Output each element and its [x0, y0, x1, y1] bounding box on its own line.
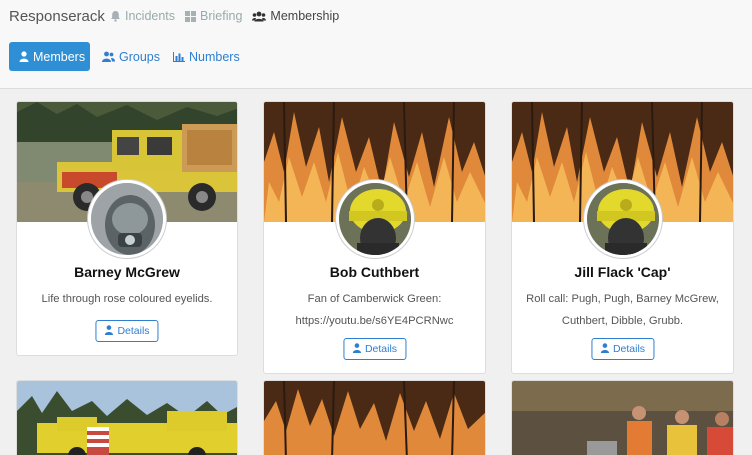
- top-navbar: Responserack Incidents Briefing Membersh…: [0, 0, 752, 34]
- member-name: Jill Flack 'Cap': [574, 264, 671, 280]
- member-avatar: [88, 180, 166, 258]
- details-button-label: Details: [364, 343, 398, 355]
- bar-chart-icon: [173, 51, 185, 62]
- nav-briefing-label: Briefing: [200, 9, 243, 23]
- nav-briefing[interactable]: Briefing: [185, 9, 242, 23]
- details-button-label: Details: [117, 325, 150, 337]
- user-icon: [104, 324, 114, 338]
- user-icon: [352, 342, 361, 356]
- tab-numbers[interactable]: Numbers: [163, 42, 250, 71]
- member-card: [511, 380, 734, 455]
- bell-icon: [110, 10, 121, 22]
- cover-image: [17, 381, 237, 455]
- member-card: [16, 380, 238, 455]
- member-description: Fan of Camberwick Green: https://youtu.b…: [295, 293, 454, 327]
- nav-incidents-label: Incidents: [125, 9, 176, 23]
- member-card: [263, 380, 486, 455]
- nav-membership[interactable]: Membership: [252, 9, 339, 23]
- member-name: Barney McGrew: [74, 264, 180, 280]
- users-icon: [102, 51, 115, 62]
- tab-numbers-label: Numbers: [189, 49, 240, 64]
- tab-bar: Members Groups Numbers: [0, 34, 752, 89]
- brand-title[interactable]: Responserack: [9, 8, 105, 25]
- tab-groups-label: Groups: [119, 49, 160, 64]
- member-card: Jill Flack 'Cap' Roll call: Pugh, Pugh, …: [511, 101, 734, 374]
- tab-members-label: Members: [33, 49, 86, 64]
- users-icon: [252, 11, 267, 22]
- member-description: Life through rose coloured eyelids.: [41, 293, 213, 305]
- details-button[interactable]: Details: [590, 338, 655, 360]
- tab-members[interactable]: Members: [9, 42, 90, 71]
- details-button-label: Details: [612, 343, 646, 355]
- grid-icon: [185, 10, 197, 22]
- details-button[interactable]: Details: [342, 338, 407, 360]
- nav-membership-label: Membership: [270, 9, 340, 23]
- user-icon: [600, 342, 609, 356]
- cover-image: [512, 381, 733, 455]
- member-avatar: [335, 180, 414, 258]
- member-card: Barney McGrew Life through rose coloured…: [16, 101, 238, 356]
- member-description: Roll call: Pugh, Pugh, Barney McGrew, Cu…: [526, 293, 719, 327]
- cover-image: [264, 381, 485, 455]
- member-avatar: [583, 180, 662, 258]
- top-nav: Incidents Briefing Membership: [110, 9, 339, 23]
- user-icon: [19, 51, 29, 62]
- details-button[interactable]: Details: [95, 320, 159, 342]
- member-card: Bob Cuthbert Fan of Camberwick Green: ht…: [263, 101, 486, 374]
- nav-incidents[interactable]: Incidents: [110, 9, 175, 23]
- member-name: Bob Cuthbert: [329, 264, 420, 280]
- tab-groups[interactable]: Groups: [92, 42, 170, 71]
